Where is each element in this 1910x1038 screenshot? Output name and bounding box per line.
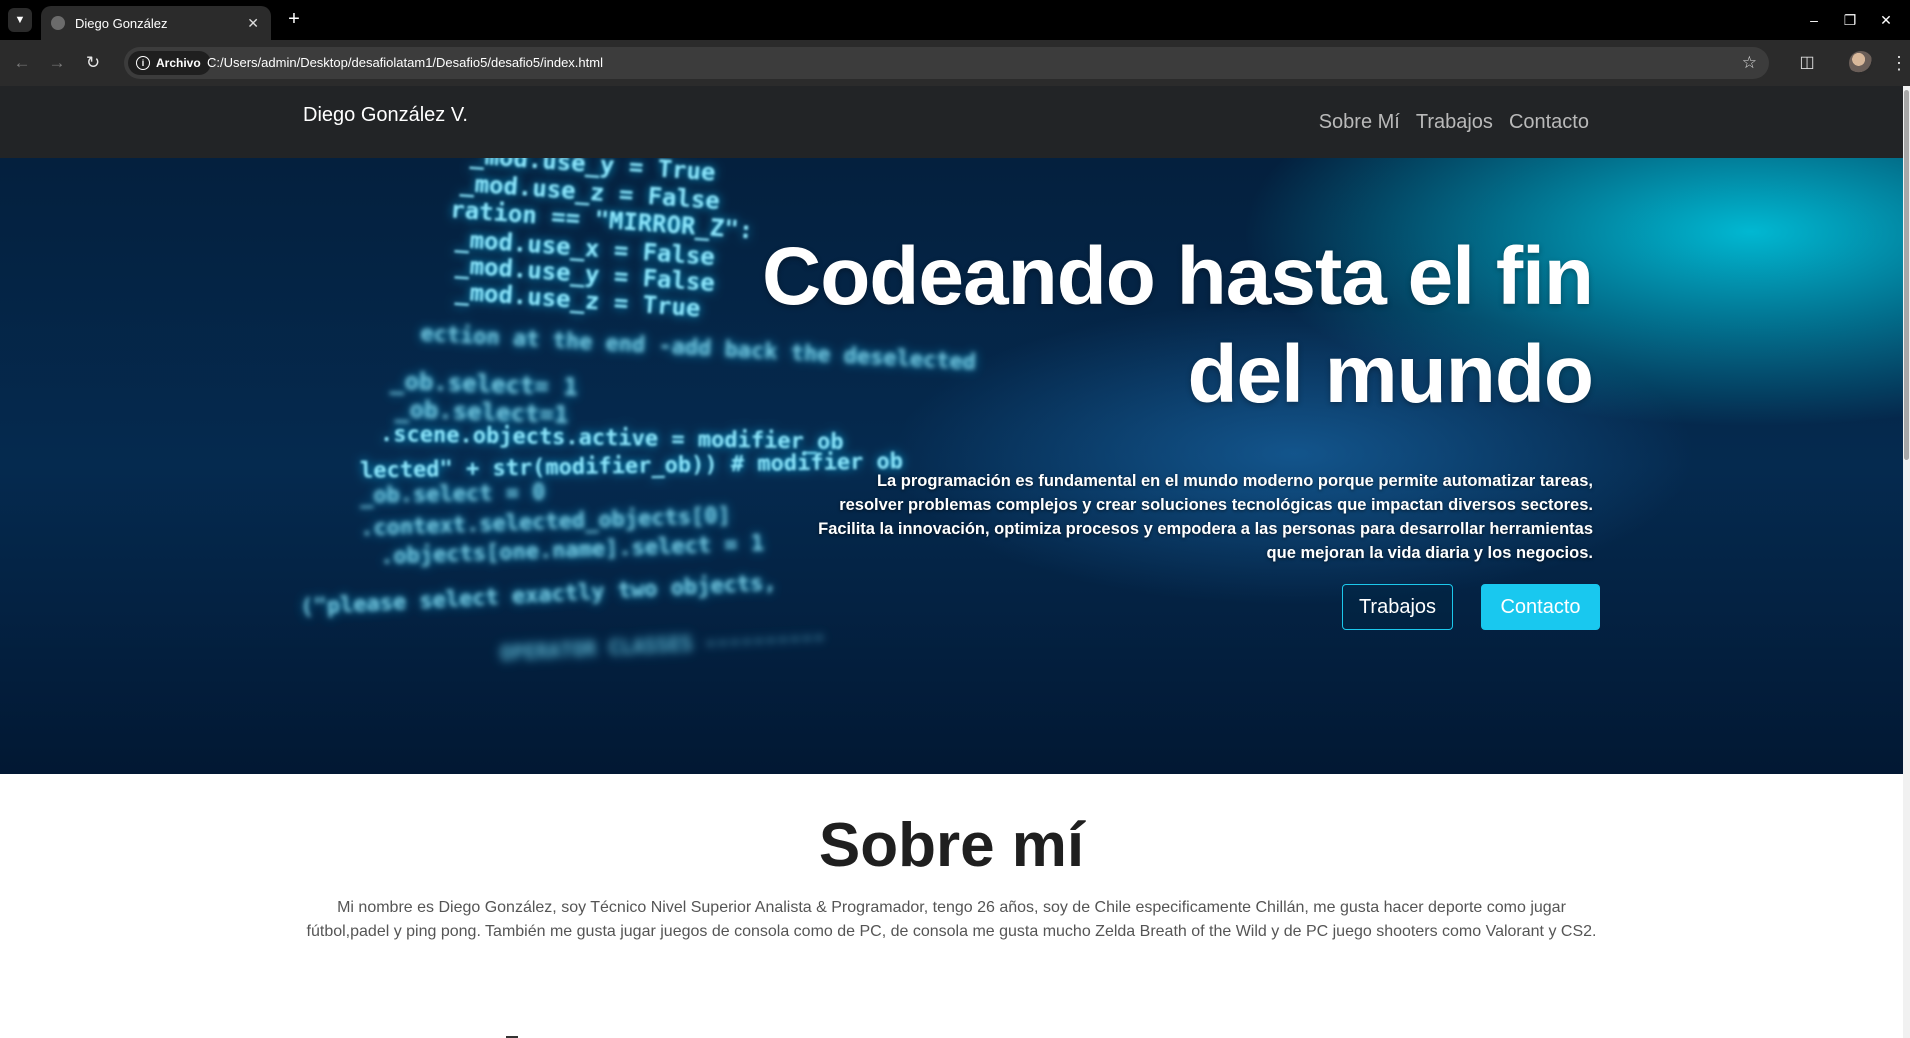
site-info-label: Archivo bbox=[156, 56, 201, 70]
close-window-icon[interactable]: ✕ bbox=[1868, 8, 1904, 32]
about-title: Sobre mí bbox=[818, 811, 1085, 880]
back-arrow-icon[interactable]: ← bbox=[10, 51, 34, 75]
nav-link-sobre-mi[interactable]: Sobre Mí bbox=[1319, 111, 1400, 134]
hero-section: _mod.use_y = True _mod.use_z = False rat… bbox=[0, 158, 1903, 774]
browser-tab[interactable]: Diego González ✕ bbox=[41, 6, 271, 40]
scrollbar-thumb[interactable] bbox=[1904, 90, 1909, 460]
site-info-chip[interactable]: i Archivo bbox=[128, 51, 211, 75]
more-menu-icon[interactable]: ⋮ bbox=[1890, 51, 1908, 75]
reload-icon[interactable]: ↻ bbox=[81, 51, 105, 75]
nav-links: Sobre Mí Trabajos Contacto bbox=[1319, 111, 1589, 134]
hero-description: La programación es fundamental en el mun… bbox=[818, 472, 1593, 562]
hero-title: Codeando hasta el fin del mundo bbox=[762, 231, 1594, 420]
globe-icon bbox=[51, 16, 65, 30]
close-icon[interactable]: ✕ bbox=[247, 15, 259, 32]
plus-icon[interactable]: + bbox=[282, 8, 306, 32]
forward-arrow-icon[interactable]: → bbox=[45, 51, 69, 75]
trabajos-button[interactable]: Trabajos bbox=[1342, 584, 1453, 630]
code-line: _ob.select = 0 bbox=[359, 480, 546, 509]
code-line: ("please select exactly two objects, bbox=[299, 570, 778, 621]
code-line: OPERATOR CLASSES ---------- bbox=[499, 624, 826, 666]
url-text[interactable]: C:/Users/admin/Desktop/desafiolatam1/Des… bbox=[207, 47, 603, 79]
nav-link-contacto[interactable]: Contacto bbox=[1509, 111, 1589, 134]
tab-title: Diego González bbox=[75, 15, 168, 31]
about-text: Mi nombre es Diego González, soy Técnico… bbox=[306, 899, 1597, 940]
restore-icon[interactable]: ❐ bbox=[1832, 8, 1868, 32]
nav-link-trabajos[interactable]: Trabajos bbox=[1416, 111, 1493, 134]
site-navbar: Diego González V. Sobre Mí Trabajos Cont… bbox=[0, 86, 1903, 158]
tab-search-chevron-icon[interactable]: ▼ bbox=[8, 8, 32, 32]
code-line: .scene.objects.active = modifier_ob bbox=[379, 421, 844, 456]
bookmark-star-icon[interactable]: ☆ bbox=[1742, 51, 1757, 75]
site-brand[interactable]: Diego González V. bbox=[303, 104, 468, 127]
web-page: Diego González V. Sobre Mí Trabajos Cont… bbox=[0, 86, 1903, 1038]
page-scrollbar[interactable] bbox=[1903, 86, 1910, 1038]
browser-tab-bar: ▼ Diego González ✕ + – ❐ ✕ bbox=[0, 0, 1910, 40]
address-bar[interactable]: i Archivo C:/Users/admin/Desktop/desafio… bbox=[124, 47, 1769, 79]
contacto-button[interactable]: Contacto bbox=[1481, 584, 1600, 630]
info-icon: i bbox=[136, 56, 150, 70]
profile-avatar[interactable] bbox=[1849, 51, 1873, 75]
about-section: Sobre mí Mi nombre es Diego González, so… bbox=[0, 774, 1903, 1038]
browser-toolbar: ← → ↻ i Archivo C:/Users/admin/Desktop/d… bbox=[0, 40, 1910, 86]
minimize-icon[interactable]: – bbox=[1796, 8, 1832, 32]
extensions-puzzle-icon[interactable]: ◫ bbox=[1795, 51, 1819, 75]
